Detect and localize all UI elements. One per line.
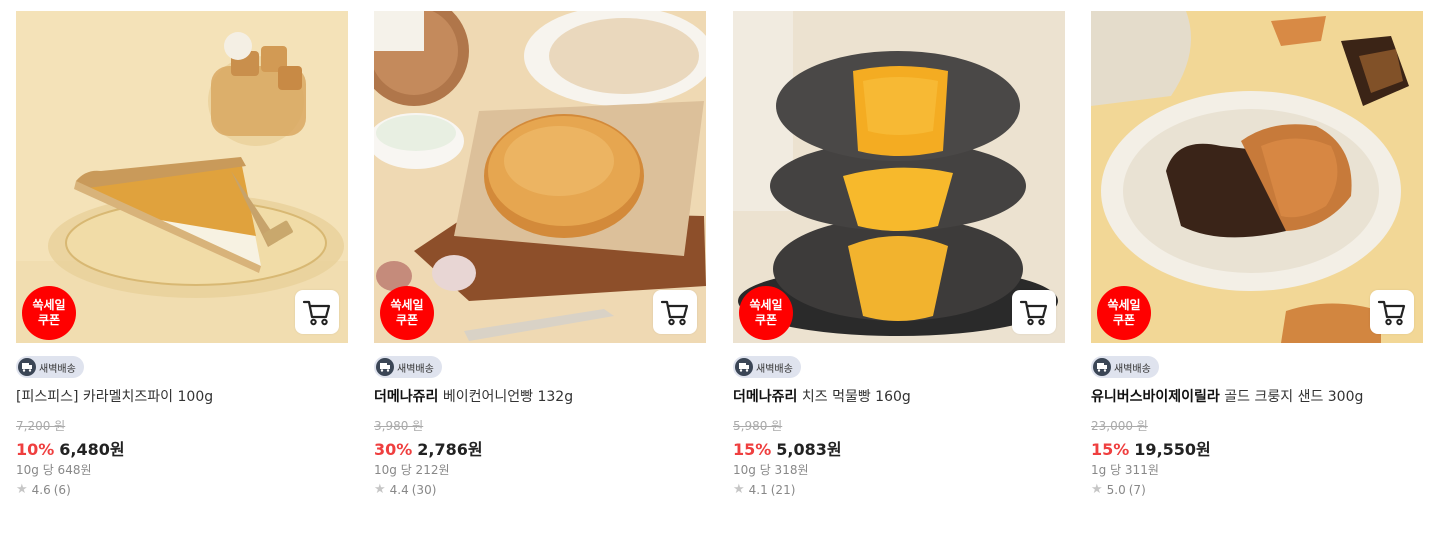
sale-badge-line2: 쿠폰 (37, 313, 61, 327)
star-icon: ★ (374, 482, 386, 497)
product-title[interactable]: 더메나쥬리 베이컨어니언빵 132g (374, 388, 706, 406)
star-icon: ★ (16, 482, 28, 497)
product-image[interactable]: 쏙세일 쿠폰 (16, 11, 348, 343)
product-image[interactable]: 쏙세일 쿠폰 (374, 11, 706, 343)
sale-badge-line1: 쏙세일 (749, 298, 783, 312)
sale-badge-line2: 쿠폰 (395, 313, 419, 327)
product-name: 골드 크룽지 샌드 300g (1224, 389, 1364, 405)
sale-coupon-badge: 쏙세일 쿠폰 (22, 286, 76, 340)
sale-price: 19,550원 (1134, 440, 1211, 459)
product-name: 베이컨어니언빵 132g (442, 389, 574, 405)
dawn-delivery-tag: 새벽배송 (16, 356, 84, 378)
sale-badge-line1: 쏙세일 (1107, 298, 1141, 312)
cart-icon (1377, 300, 1406, 326)
dawn-delivery-tag: 새벽배송 (1091, 356, 1159, 378)
dawn-delivery-tag: 새벽배송 (374, 356, 442, 378)
rating-value: 5.0 (1106, 482, 1126, 497)
rating: ★ 4.4 (30) (374, 482, 706, 497)
product-image[interactable]: 쏙세일 쿠폰 (1091, 11, 1423, 343)
product-brand: 더메나쥬리 (374, 389, 439, 405)
product-card[interactable]: 쏙세일 쿠폰 새벽배송 더메나쥬리 치즈 먹물빵 160g 5,980 원 15… (733, 11, 1065, 497)
truck-icon (1093, 358, 1111, 376)
rating: ★ 4.1 (21) (733, 482, 1065, 497)
product-card[interactable]: 쏙세일 쿠폰 새벽배송 [피스피스] 카라멜치즈파이 100g 7,200 원 (16, 11, 348, 497)
review-count: (7) (1128, 482, 1146, 497)
sale-badge-line1: 쏙세일 (32, 298, 66, 312)
add-to-cart-button[interactable] (295, 290, 339, 334)
price-row: 10% 6,480원 (16, 436, 348, 459)
truck-icon (376, 358, 394, 376)
discount-rate: 30% (374, 440, 413, 459)
product-title[interactable]: 유니버스바이제이릴라 골드 크룽지 샌드 300g (1091, 388, 1423, 406)
price-row: 30% 2,786원 (374, 436, 706, 459)
dawn-delivery-label: 새벽배송 (1114, 363, 1151, 375)
product-card[interactable]: 쏙세일 쿠폰 새벽배송 더메나쥬리 베이컨어니언빵 132g 3,980 원 3… (374, 11, 706, 497)
original-price: 5,980 원 (733, 419, 783, 433)
product-title[interactable]: 더메나쥬리 치즈 먹물빵 160g (733, 388, 1065, 406)
rating-value: 4.4 (389, 482, 409, 497)
discount-rate: 10% (16, 440, 55, 459)
rating: ★ 4.6 (6) (16, 482, 348, 497)
product-card[interactable]: 쏙세일 쿠폰 새벽배송 유니버스바이제이릴라 골드 크룽지 샌드 300g 23… (1091, 11, 1423, 497)
dawn-delivery-label: 새벽배송 (397, 363, 434, 375)
truck-icon (735, 358, 753, 376)
review-count: (6) (53, 482, 71, 497)
product-name: [피스피스] 카라멜치즈파이 100g (16, 389, 214, 405)
sale-coupon-badge: 쏙세일 쿠폰 (739, 286, 793, 340)
sale-badge-line2: 쿠폰 (1112, 313, 1136, 327)
cart-icon (1019, 300, 1048, 326)
unit-price: 10g 당 318원 (733, 463, 809, 477)
dawn-delivery-tag: 새벽배송 (733, 356, 801, 378)
truck-icon (18, 358, 36, 376)
add-to-cart-button[interactable] (653, 290, 697, 334)
unit-price: 10g 당 648원 (16, 463, 92, 477)
star-icon: ★ (733, 482, 745, 497)
product-image[interactable]: 쏙세일 쿠폰 (733, 11, 1065, 343)
star-icon: ★ (1091, 482, 1103, 497)
rating-value: 4.6 (31, 482, 51, 497)
price-row: 15% 19,550원 (1091, 436, 1423, 459)
unit-price: 1g 당 311원 (1091, 463, 1159, 477)
original-price: 23,000 원 (1091, 419, 1148, 433)
product-name: 치즈 먹물빵 160g (801, 389, 911, 405)
dawn-delivery-label: 새벽배송 (39, 363, 76, 375)
sale-price: 5,083원 (776, 440, 842, 459)
discount-rate: 15% (733, 440, 772, 459)
review-count: (30) (411, 482, 437, 497)
price-row: 15% 5,083원 (733, 436, 1065, 459)
review-count: (21) (770, 482, 796, 497)
discount-rate: 15% (1091, 440, 1130, 459)
rating-value: 4.1 (748, 482, 768, 497)
sale-badge-line1: 쏙세일 (390, 298, 424, 312)
add-to-cart-button[interactable] (1012, 290, 1056, 334)
dawn-delivery-label: 새벽배송 (756, 363, 793, 375)
original-price: 7,200 원 (16, 419, 66, 433)
product-brand: 유니버스바이제이릴라 (1091, 389, 1220, 405)
add-to-cart-button[interactable] (1370, 290, 1414, 334)
sale-badge-line2: 쿠폰 (754, 313, 778, 327)
product-brand: 더메나쥬리 (733, 389, 798, 405)
sale-price: 2,786원 (417, 440, 483, 459)
product-grid: 쏙세일 쿠폰 새벽배송 [피스피스] 카라멜치즈파이 100g 7,200 원 (0, 0, 1432, 543)
unit-price: 10g 당 212원 (374, 463, 450, 477)
sale-coupon-badge: 쏙세일 쿠폰 (1097, 286, 1151, 340)
product-title[interactable]: [피스피스] 카라멜치즈파이 100g (16, 388, 348, 406)
cart-icon (660, 300, 689, 326)
sale-price: 6,480원 (59, 440, 125, 459)
original-price: 3,980 원 (374, 419, 424, 433)
sale-coupon-badge: 쏙세일 쿠폰 (380, 286, 434, 340)
cart-icon (302, 300, 331, 326)
rating: ★ 5.0 (7) (1091, 482, 1423, 497)
